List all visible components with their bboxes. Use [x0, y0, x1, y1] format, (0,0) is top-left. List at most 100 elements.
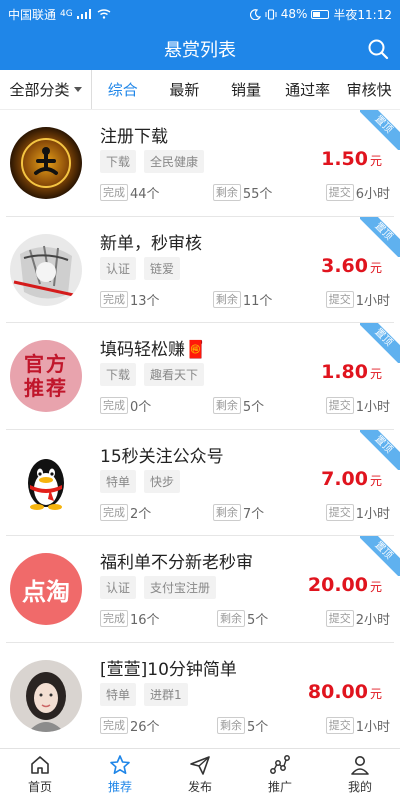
price-value: 1.80: [321, 361, 368, 383]
task-title: 新单，秒审核: [100, 233, 202, 254]
task-item[interactable]: 官方推荐 填码轻松赚🧧 下载 趣看天下 1.80 元 完成 0个 剩余 5个 提交 1小…: [6, 323, 400, 430]
avatar: [10, 659, 82, 732]
remain-label: 剩余: [212, 290, 241, 308]
submit-time: 2小时: [355, 613, 390, 628]
task-price: 3.60 元: [321, 255, 382, 277]
search-button[interactable]: [366, 37, 390, 61]
submit-time: 6小时: [355, 187, 390, 202]
tab-comprehensive[interactable]: 综合: [92, 79, 154, 100]
filter-tabs: 全部分类 综合 最新 销量 通过率 审核快: [0, 70, 400, 110]
pinned-label: 置顶: [360, 429, 400, 470]
share-icon: [270, 755, 290, 774]
clock: 半夜11:12: [333, 7, 392, 22]
nav-publish-label: 发布: [187, 780, 212, 794]
network-label: 4G: [60, 9, 73, 19]
task-price: 20.00 元: [308, 574, 382, 596]
task-tags: 特单 进群1: [100, 682, 188, 706]
remain-label: 剩余: [212, 503, 241, 521]
submit-time: 1小时: [355, 719, 390, 735]
task-tags: 认证 链爱: [100, 256, 181, 280]
task-tag: 支付宝注册: [144, 576, 217, 599]
moon-icon: [249, 8, 261, 20]
avatar: [10, 233, 82, 306]
signal-icon: [76, 9, 93, 19]
avatar: [10, 446, 82, 519]
tab-all-categories[interactable]: 全部分类: [0, 70, 92, 109]
pinned-label: 置顶: [360, 323, 400, 363]
task-meta: 完成 13个 剩余 11个 提交 1小时: [100, 290, 390, 309]
avatar: 点淘: [10, 553, 82, 625]
nav-recommend[interactable]: 推荐: [80, 749, 160, 800]
price-unit: 元: [369, 580, 382, 594]
penguin-icon: [28, 458, 64, 510]
price-unit: 元: [369, 367, 382, 381]
nav-mine[interactable]: 我的: [320, 749, 400, 800]
price-unit: 元: [369, 260, 382, 275]
home-icon: [31, 756, 49, 774]
task-item[interactable]: 点淘 福利单不分新老秒审 认证 支付宝注册 20.00 元 完成 16个 剩余 5个 …: [6, 536, 400, 643]
task-tags: 下载 趣看天下: [100, 363, 205, 386]
task-price: 1.50 元: [321, 148, 382, 170]
tab-pass-rate[interactable]: 通过率: [277, 79, 339, 100]
nav-promote[interactable]: 推广: [240, 749, 320, 800]
task-meta: 完成 16个 剩余 5个 提交 2小时: [100, 609, 390, 628]
task-meta: 完成 2个 剩余 7个 提交 1小时: [100, 503, 390, 522]
pinned-ribbon: 置顶: [360, 216, 400, 257]
remain-count: 55个: [242, 187, 273, 202]
task-title: 注册下载: [100, 127, 168, 147]
done-label: 完成: [100, 503, 128, 521]
task-title: 15秒关注公众号: [100, 446, 224, 467]
task-tag: 快步: [144, 469, 181, 493]
task-tag: 趣看天下: [144, 363, 205, 386]
pinned-label: 置顶: [360, 536, 400, 576]
price-value: 20.00: [307, 574, 368, 596]
task-tags: 认证 支付宝注册: [100, 576, 217, 599]
avatar: [10, 127, 82, 199]
battery-icon: [311, 9, 330, 19]
submit-label: 提交: [325, 397, 354, 414]
avatar-logo-text: 点淘: [22, 577, 70, 606]
app-header: 悬赏列表: [0, 28, 400, 70]
task-tag: 特单: [100, 682, 137, 706]
status-bar: 中国联通 4G 48% 半夜11:12: [0, 0, 400, 28]
tab-all-label: 全部分类: [9, 81, 70, 99]
avatar-stamp-text: 官方推荐: [24, 352, 68, 400]
pinned-ribbon: 置顶: [360, 323, 400, 363]
tab-latest[interactable]: 最新: [154, 79, 216, 100]
task-meta: 完成 26个 剩余 5个 提交 1小时: [100, 716, 390, 735]
task-item[interactable]: 注册下载 下载 全民健康 1.50 元 完成 44个 剩余 55个 提交 6小时 置顶: [6, 110, 400, 217]
price-value: 7.00: [321, 467, 368, 490]
task-title: [萱萱]10分钟简单: [100, 659, 237, 680]
price-value: 1.50: [321, 148, 368, 170]
price-value: 80.00: [307, 680, 368, 703]
task-item[interactable]: 15秒关注公众号 特单 快步 7.00 元 完成 2个 剩余 7个 提交 1小时 置顶: [6, 429, 400, 536]
nav-recommend-label: 推荐: [107, 780, 132, 794]
task-tag: 下载: [100, 150, 137, 173]
done-label: 完成: [100, 290, 128, 308]
submit-label: 提交: [325, 503, 354, 521]
done-label: 完成: [100, 184, 128, 201]
submit-label: 提交: [325, 290, 354, 308]
remain-label: 剩余: [212, 184, 241, 201]
remain-count: 11个: [242, 293, 273, 309]
remain-count: 7个: [242, 506, 265, 522]
user-icon: [351, 756, 369, 775]
tab-fast-review[interactable]: 审核快: [338, 79, 400, 100]
done-count: 16个: [130, 613, 160, 628]
submit-time: 1小时: [355, 400, 390, 415]
nav-mine-label: 我的: [347, 780, 372, 794]
task-item[interactable]: 新单，秒审核 认证 链爱 3.60 元 完成 13个 剩余 11个 提交 1小时 置顶: [6, 216, 400, 323]
task-tag: 认证: [100, 576, 137, 599]
task-tags: 特单 快步: [100, 469, 181, 493]
pinned-label: 置顶: [360, 216, 400, 257]
nav-publish[interactable]: 发布: [160, 749, 240, 800]
nav-home[interactable]: 首页: [0, 749, 80, 800]
task-title: 福利单不分新老秒审: [100, 553, 253, 573]
task-item[interactable]: [萱萱]10分钟简单 特单 进群1 80.00 元 完成 26个 剩余 5个 提交 1小…: [6, 643, 394, 749]
tab-sales[interactable]: 销量: [215, 79, 277, 100]
done-count: 26个: [130, 719, 160, 735]
done-label: 完成: [100, 397, 128, 414]
submit-label: 提交: [325, 716, 354, 734]
remain-count: 5个: [246, 613, 269, 628]
remain-label: 剩余: [212, 397, 241, 414]
